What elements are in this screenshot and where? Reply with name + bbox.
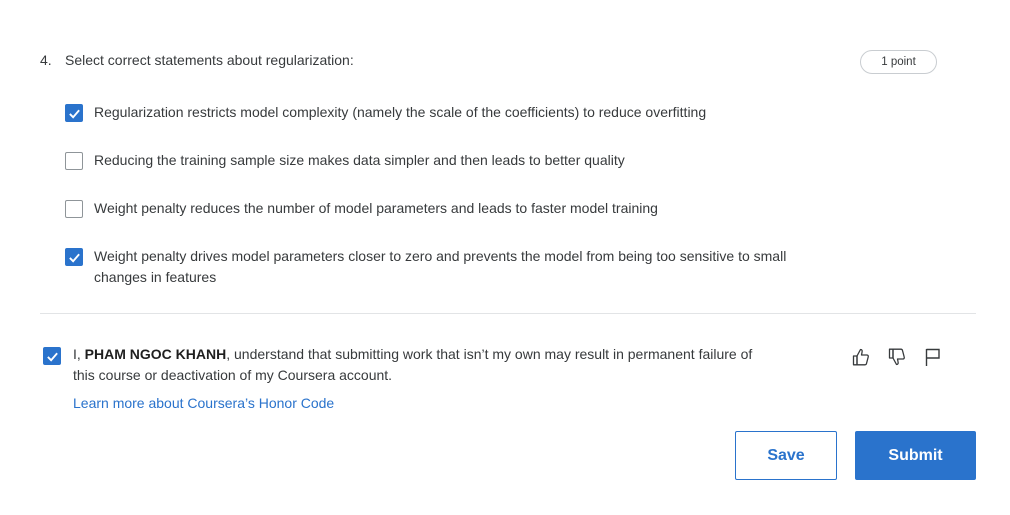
learner-name: PHAM NGOC KHANH [84,346,227,362]
option-1-checkbox[interactable] [65,104,83,122]
honor-code-checkbox[interactable] [43,347,61,365]
checkmark-icon [46,352,58,362]
honor-code-link[interactable]: Learn more about Coursera’s Honor Code [73,395,334,411]
option-3-label: Weight penalty reduces the number of mod… [94,200,658,216]
option-1-label: Regularization restricts model complexit… [94,104,707,120]
honor-prefix: I, [73,346,85,362]
option-2-label: Reducing the training sample size makes … [94,152,625,168]
option-4[interactable]: Weight penalty drives model parameters c… [65,248,834,288]
save-button[interactable]: Save [735,431,837,480]
thumbs-down-icon[interactable] [886,346,908,368]
question-text: Select correct statements about regulari… [65,52,354,68]
thumbs-up-icon[interactable] [850,346,872,368]
question-number: 4. [40,52,52,68]
checkmark-icon [68,109,80,119]
points-badge: 1 point [860,50,937,74]
flag-icon[interactable] [922,346,944,368]
honor-code-statement: I, PHAM NGOC KHANH, understand that subm… [73,344,753,386]
option-3-checkbox[interactable] [65,200,83,218]
option-2[interactable]: Reducing the training sample size makes … [65,152,834,171]
submit-button[interactable]: Submit [855,431,976,480]
option-2-checkbox[interactable] [65,152,83,170]
option-4-checkbox[interactable] [65,248,83,266]
option-4-label: Weight penalty drives model parameters c… [94,248,787,285]
divider [40,313,976,314]
option-3[interactable]: Weight penalty reduces the number of mod… [65,200,834,219]
option-1[interactable]: Regularization restricts model complexit… [65,104,834,123]
checkmark-icon [68,253,80,263]
